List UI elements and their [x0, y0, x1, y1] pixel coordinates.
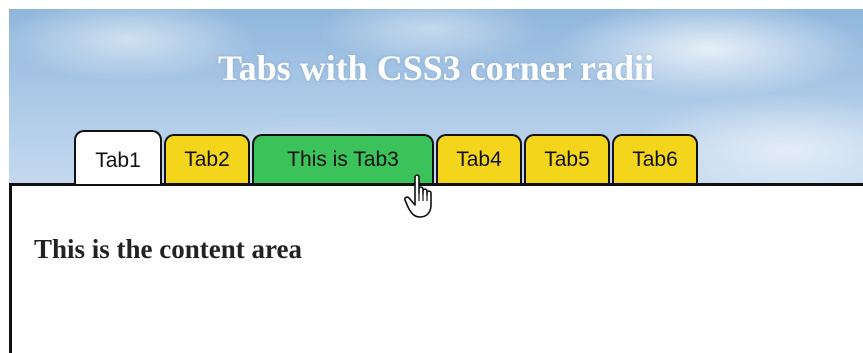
content-text: This is the content area	[34, 234, 302, 264]
tab-1[interactable]: Tab1	[74, 130, 162, 184]
tab-4[interactable]: Tab4	[436, 134, 522, 184]
tab-6[interactable]: Tab6	[612, 134, 698, 184]
tab-2[interactable]: Tab2	[164, 134, 250, 184]
page-frame: Tabs with CSS3 corner radii This is the …	[0, 0, 863, 353]
tab-5[interactable]: Tab5	[524, 134, 610, 184]
hand-pointer-cursor-icon	[404, 174, 432, 218]
page-title: Tabs with CSS3 corner radii	[217, 48, 655, 88]
tab-bar: Tab1 Tab2 This is Tab3 Tab4 Tab5 Tab6	[74, 130, 700, 184]
